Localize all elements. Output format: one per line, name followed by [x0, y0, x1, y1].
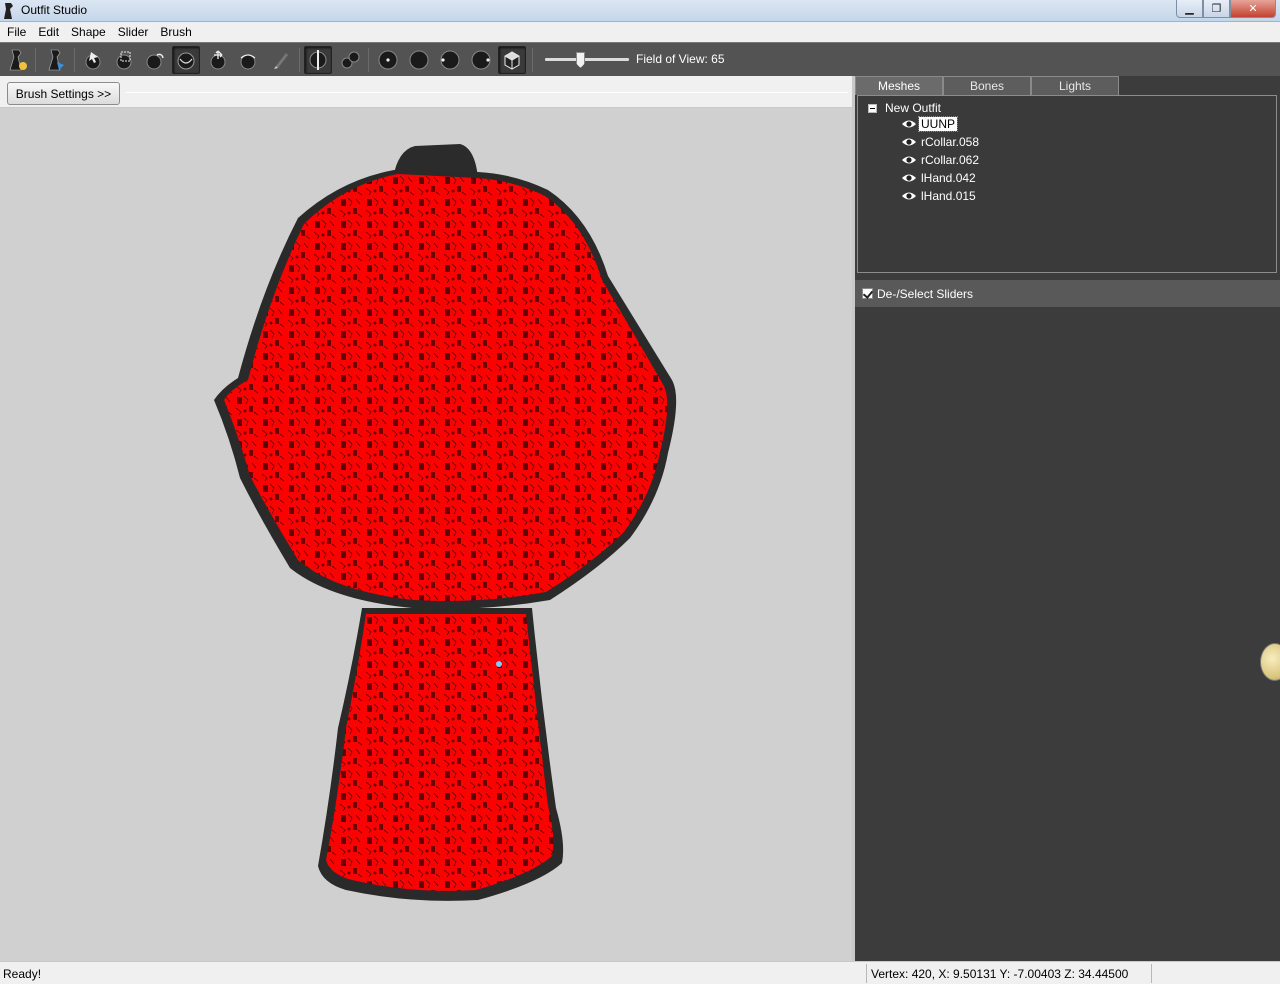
- title-bar: Outfit Studio ▁ ❐ ✕: [0, 0, 1280, 22]
- tree-item-lhand-042[interactable]: lHand.042: [901, 170, 978, 186]
- minimize-button[interactable]: ▁: [1176, 0, 1203, 18]
- fov-slider-thumb[interactable]: [576, 52, 585, 68]
- tree-item-uunp[interactable]: UUNP: [901, 116, 959, 132]
- connected-only-icon[interactable]: [336, 46, 364, 74]
- eye-icon[interactable]: [901, 136, 917, 148]
- smooth-brush-icon[interactable]: [234, 46, 262, 74]
- tree-item-lhand-015[interactable]: lHand.015: [901, 188, 978, 204]
- close-button[interactable]: ✕: [1230, 0, 1276, 18]
- menu-edit[interactable]: Edit: [31, 22, 64, 42]
- select-sliders-checkbox[interactable]: [862, 288, 873, 299]
- toolbar: Field of View: 65: [0, 42, 1280, 76]
- select-tool-icon[interactable]: [79, 46, 107, 74]
- x-mirror-icon[interactable]: [304, 46, 332, 74]
- vertex-info: Vertex: 420, X: 9.50131 Y: -7.00403 Z: 3…: [871, 967, 1129, 981]
- mesh-tree: New Outfit UUNP rCollar.058 rCollar.062 …: [857, 95, 1277, 273]
- menu-slider[interactable]: Slider: [111, 22, 154, 42]
- tree-item-label: lHand.042: [921, 171, 976, 185]
- select-sliders-label: De-/Select Sliders: [877, 286, 974, 301]
- sliders-header: De-/Select Sliders: [855, 280, 1280, 307]
- view-left-icon[interactable]: [436, 46, 464, 74]
- move-brush-icon[interactable]: [204, 46, 232, 74]
- tree-item-label: rCollar.058: [921, 135, 980, 149]
- perspective-icon[interactable]: [498, 46, 526, 74]
- menu-file[interactable]: File: [0, 22, 31, 42]
- window-title: Outfit Studio: [21, 3, 88, 17]
- menu-brush[interactable]: Brush: [153, 22, 196, 42]
- fov-label: Field of View: 65: [636, 52, 725, 66]
- eye-icon[interactable]: [901, 154, 917, 166]
- eye-icon[interactable]: [901, 190, 917, 202]
- mask-tool-icon[interactable]: [110, 46, 138, 74]
- collapse-icon[interactable]: [868, 103, 877, 113]
- view-back-icon[interactable]: [405, 46, 433, 74]
- inflate-brush-icon[interactable]: [141, 46, 169, 74]
- status-message: Ready!: [3, 967, 42, 981]
- tree-item-rcollar-062[interactable]: rCollar.062: [901, 152, 981, 168]
- load-outfit-icon[interactable]: [42, 46, 70, 74]
- app-icon: [4, 3, 13, 19]
- outfit-mesh: [214, 144, 677, 901]
- tab-bones[interactable]: Bones: [943, 76, 1031, 95]
- brush-settings-button[interactable]: Brush Settings >>: [7, 82, 120, 105]
- maximize-button[interactable]: ❐: [1203, 0, 1230, 18]
- 3d-viewport[interactable]: [0, 108, 852, 961]
- right-pane: Meshes Bones Lights New Outfit UUNP rCol…: [855, 76, 1280, 961]
- sliders-list: [855, 307, 1280, 961]
- menu-bar: File Edit Shape Slider Brush: [0, 22, 1280, 42]
- view-front-icon[interactable]: [374, 46, 402, 74]
- brush-settings-bar: Brush Settings >>: [0, 76, 852, 108]
- tree-root-new-outfit[interactable]: New Outfit: [868, 100, 941, 116]
- weight-brush-icon[interactable]: [267, 46, 295, 74]
- view-right-icon[interactable]: [467, 46, 495, 74]
- tab-lights[interactable]: Lights: [1031, 76, 1119, 95]
- tree-item-rcollar-058[interactable]: rCollar.058: [901, 134, 981, 150]
- tree-item-label: rCollar.062: [921, 153, 980, 167]
- new-project-icon[interactable]: [3, 46, 31, 74]
- tree-item-label: lHand.015: [921, 189, 976, 203]
- eye-icon[interactable]: [901, 172, 917, 184]
- tab-meshes[interactable]: Meshes: [855, 76, 943, 95]
- eye-icon[interactable]: [901, 118, 917, 130]
- deflate-brush-icon[interactable]: [172, 46, 200, 74]
- tab-bar: Meshes Bones Lights: [855, 76, 1280, 96]
- tree-item-label: UUNP: [917, 116, 959, 132]
- menu-shape[interactable]: Shape: [64, 22, 111, 42]
- tree-root-label: New Outfit: [885, 101, 942, 115]
- brush-settings-divider: [126, 92, 848, 93]
- status-bar: Ready! Vertex: 420, X: 9.50131 Y: -7.004…: [0, 961, 1280, 984]
- fov-slider-track[interactable]: [545, 58, 629, 61]
